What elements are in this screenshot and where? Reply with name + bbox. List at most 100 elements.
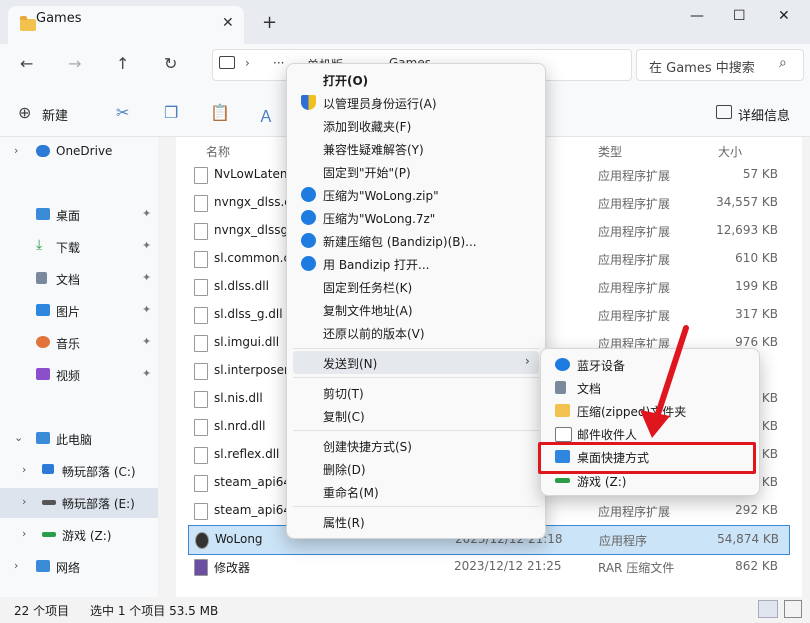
folder-icon	[20, 16, 36, 31]
dll-file-icon	[194, 391, 208, 408]
nav-item-network[interactable]: › 网络	[0, 552, 158, 582]
details-pane-button[interactable]: 详细信息	[714, 101, 806, 125]
file-name: nvngx_dlss.c	[214, 195, 291, 209]
menu-item-rename[interactable]: 重命名(M)	[293, 480, 539, 503]
chevron-right-icon: ›	[14, 144, 19, 157]
refresh-button[interactable]: ↻	[164, 54, 177, 73]
file-row[interactable]: 修改器 2023/12/12 21:25 RAR 压缩文件 862 KB	[188, 553, 788, 581]
column-header-size[interactable]: 大小	[718, 143, 742, 160]
zip-folder-icon	[555, 404, 570, 417]
file-type: RAR 压缩文件	[598, 561, 675, 575]
chevron-right-icon: ›	[525, 354, 530, 368]
close-button[interactable]: ✕	[778, 8, 790, 24]
file-type: 应用程序扩展	[598, 225, 671, 239]
menu-item-run-admin[interactable]: 以管理员身份运行(A)	[293, 91, 539, 114]
file-name: sl.dlss.dll	[214, 279, 269, 293]
column-header-name[interactable]: 名称	[206, 143, 230, 160]
menu-item-zip[interactable]: 压缩为"WoLong.zip"	[293, 183, 539, 206]
file-name: sl.common.c	[214, 251, 291, 265]
nav-label: 此电脑	[56, 433, 93, 447]
breadcrumb-more[interactable]: ···	[273, 56, 284, 70]
dll-file-icon	[194, 503, 208, 520]
menu-item-add-favorite[interactable]: 添加到收藏夹(F)	[293, 114, 539, 137]
back-button[interactable]: ←	[20, 54, 33, 73]
drive-icon	[42, 500, 56, 505]
maximize-button[interactable]: ☐	[733, 8, 746, 24]
minimize-button[interactable]: —	[690, 8, 704, 24]
pin-icon: ✦	[142, 271, 152, 284]
file-name: sl.dlss_g.dll	[214, 307, 283, 321]
file-size: 976 KB	[735, 335, 778, 349]
menu-item-copy-path[interactable]: 复制文件地址(A)	[293, 298, 539, 321]
nav-label: 文档	[56, 273, 81, 287]
nav-item-drive-c[interactable]: › 畅玩部落 (C:)	[0, 456, 158, 486]
menu-item-new-archive[interactable]: 新建压缩包 (Bandizip)(B)...	[293, 229, 539, 252]
menu-label: 用 Bandizip 打开...	[323, 258, 430, 272]
file-name: 修改器	[214, 561, 251, 575]
file-size: 292 KB	[735, 503, 778, 517]
new-button[interactable]: ⊕ 新建	[14, 101, 84, 125]
new-button-label: 新建	[42, 109, 69, 124]
nav-item-drive-z[interactable]: › 游戏 (Z:)	[0, 520, 158, 550]
nav-label: 音乐	[56, 337, 81, 351]
menu-item-copy[interactable]: 复制(C)	[293, 404, 539, 427]
nav-item-videos[interactable]: 视频 ✦	[0, 360, 158, 390]
nav-label: OneDrive	[56, 144, 113, 158]
forward-button[interactable]: →	[68, 54, 81, 73]
nav-label: 下载	[56, 241, 81, 255]
video-icon	[36, 368, 50, 380]
menu-item-properties[interactable]: 属性(R)	[293, 510, 539, 533]
menu-item-pin-taskbar[interactable]: 固定到任务栏(K)	[293, 275, 539, 298]
menu-separator	[293, 348, 539, 349]
bandizip-icon	[301, 210, 316, 225]
tab-close-button[interactable]: ✕	[222, 15, 234, 31]
new-tab-button[interactable]: +	[262, 12, 277, 33]
menu-label: 属性(R)	[323, 516, 365, 530]
menu-item-open[interactable]: 打开(O)	[293, 68, 539, 91]
up-button[interactable]: ↑	[116, 54, 129, 73]
menu-item-pin-start[interactable]: 固定到"开始"(P)	[293, 160, 539, 183]
nav-item-onedrive[interactable]: › OneDrive	[0, 137, 158, 167]
menu-label: 打开(O)	[323, 74, 369, 88]
menu-label: 创建快捷方式(S)	[323, 440, 412, 454]
menu-label: 重命名(M)	[323, 486, 379, 500]
file-size: 57 KB	[742, 167, 778, 181]
details-view-icon[interactable]	[758, 600, 778, 618]
tab-title: Games	[36, 11, 82, 26]
nav-item-documents[interactable]: 文档 ✦	[0, 264, 158, 294]
nav-item-desktop[interactable]: 桌面 ✦	[0, 200, 158, 230]
menu-item-compat[interactable]: 兼容性疑难解答(Y)	[293, 137, 539, 160]
column-header-type[interactable]: 类型	[598, 143, 622, 160]
search-input[interactable]: 在 Games 中搜索 ⌕	[636, 49, 804, 81]
document-icon	[555, 381, 566, 394]
dll-file-icon	[194, 279, 208, 296]
shield-icon	[301, 95, 316, 110]
menu-item-open-bandizip[interactable]: 用 Bandizip 打开...	[293, 252, 539, 275]
file-size: 199 KB	[735, 279, 778, 293]
menu-label: 兼容性疑难解答(Y)	[323, 143, 424, 157]
menu-item-7z[interactable]: 压缩为"WoLong.7z"	[293, 206, 539, 229]
cut-icon[interactable]: ✂	[116, 103, 129, 122]
navigation-pane: › OneDrive 桌面 ✦ ⤓ 下载 ✦ 文档 ✦ 图片 ✦ 音乐 ✦ 视频…	[0, 137, 158, 597]
nav-item-this-pc[interactable]: ⌄ 此电脑	[0, 424, 158, 454]
file-name: sl.imgui.dll	[214, 335, 280, 349]
copy-icon[interactable]: ❐	[164, 103, 178, 122]
paste-icon[interactable]: 📋	[210, 103, 230, 122]
nav-item-downloads[interactable]: ⤓ 下载 ✦	[0, 232, 158, 262]
nav-item-music[interactable]: 音乐 ✦	[0, 328, 158, 358]
nav-item-drive-e[interactable]: › 畅玩部落 (E:)	[0, 488, 158, 518]
tiles-view-icon[interactable]	[784, 600, 802, 618]
file-size: KB	[761, 447, 778, 461]
submenu-label: 游戏 (Z:)	[577, 475, 627, 489]
nav-item-pictures[interactable]: 图片 ✦	[0, 296, 158, 326]
menu-item-restore[interactable]: 还原以前的版本(V)	[293, 321, 539, 344]
menu-item-send-to[interactable]: 发送到(N) ›	[293, 351, 539, 374]
rename-icon[interactable]: Ａ	[258, 103, 274, 127]
menu-item-delete[interactable]: 删除(D)	[293, 457, 539, 480]
dll-file-icon	[194, 335, 208, 352]
menu-item-cut[interactable]: 剪切(T)	[293, 381, 539, 404]
exe-icon	[195, 532, 209, 549]
menu-item-create-shortcut[interactable]: 创建快捷方式(S)	[293, 434, 539, 457]
menu-label: 复制(C)	[323, 410, 365, 424]
chevron-right-icon: ›	[22, 495, 27, 508]
